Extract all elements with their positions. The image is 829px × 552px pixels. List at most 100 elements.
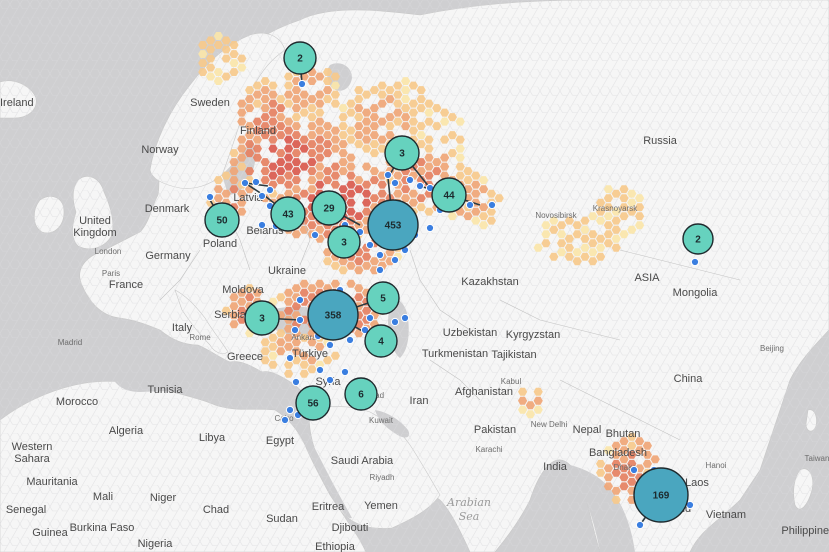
event-point[interactable] (325, 375, 335, 385)
country-label-kyrgyzstan: Kyrgyzstan (506, 329, 560, 341)
country-label-india: India (543, 461, 568, 473)
event-point[interactable] (365, 313, 375, 323)
event-point[interactable] (325, 340, 335, 350)
cluster-marker-c16[interactable]: 169 (633, 467, 689, 523)
event-point[interactable] (265, 185, 275, 195)
map-view[interactable]: Ireland Sweden Finland Norway Denmark United K… (0, 0, 829, 552)
country-label-ukraine: Ukraine (268, 265, 306, 277)
event-point[interactable] (405, 175, 415, 185)
event-point[interactable] (297, 79, 307, 89)
event-point[interactable] (295, 295, 305, 305)
cluster-count: 50 (216, 216, 228, 227)
cluster-count: 453 (385, 221, 402, 232)
event-point[interactable] (310, 230, 320, 240)
cluster-count: 4 (378, 337, 384, 348)
city-label-kabul: Kabul (501, 377, 522, 386)
event-point[interactable] (285, 405, 295, 415)
cluster-marker-c10[interactable]: 5 (366, 281, 400, 315)
country-label-afghanistan: Afghanistan (455, 386, 513, 398)
country-label-uzbekistan: Uzbekistan (443, 327, 497, 339)
event-point[interactable] (295, 315, 305, 325)
country-label-germany: Germany (145, 250, 191, 262)
event-point[interactable] (290, 325, 300, 335)
country-label-poland: Poland (203, 238, 237, 250)
event-point[interactable] (257, 191, 267, 201)
event-point[interactable] (285, 353, 295, 363)
cluster-marker-c4[interactable]: 50 (204, 202, 240, 238)
event-point[interactable] (205, 192, 215, 202)
country-label-yemen: Yemen (364, 500, 398, 512)
event-point[interactable] (375, 250, 385, 260)
cluster-marker-c8[interactable]: 3 (327, 225, 361, 259)
cluster-marker-c1[interactable]: 2 (283, 41, 317, 75)
country-label-norway: Norway (141, 144, 179, 156)
country-label-vietnam: Vietnam (706, 509, 746, 521)
cluster-marker-c15[interactable]: 56 (295, 385, 331, 421)
map-canvas[interactable]: Ireland Sweden Finland Norway Denmark United K… (0, 0, 829, 552)
cluster-marker-c2[interactable]: 3 (384, 135, 420, 171)
event-point[interactable] (375, 265, 385, 275)
event-point[interactable] (365, 240, 375, 250)
cluster-marker-c14[interactable]: 6 (344, 377, 378, 411)
country-label-saudi-arabia: Saudi Arabia (331, 455, 394, 467)
event-point[interactable] (390, 178, 400, 188)
city-label-ankara: Ankara (291, 333, 317, 342)
event-point[interactable] (390, 255, 400, 265)
city-label-paris: Paris (102, 269, 120, 278)
country-label-mongolia: Mongolia (673, 287, 719, 299)
country-label-pakistan: Pakistan (474, 424, 516, 436)
cluster-count: 3 (259, 314, 265, 325)
event-point[interactable] (690, 257, 700, 267)
country-label-united-kingdom: United Kingdom (73, 215, 116, 239)
event-point[interactable] (340, 367, 350, 377)
event-point[interactable] (291, 377, 301, 387)
event-point[interactable] (629, 465, 639, 475)
country-label-iran: Iran (410, 395, 429, 407)
event-point[interactable] (383, 170, 393, 180)
city-label-kuwait: Kuwait (369, 416, 394, 425)
country-label-nigeria: Nigeria (138, 538, 174, 550)
country-label-russia: Russia (643, 135, 678, 147)
event-point[interactable] (635, 520, 645, 530)
cluster-count: 56 (307, 399, 319, 410)
cluster-count: 169 (653, 491, 670, 502)
country-label-ethiopia: Ethiopia (315, 541, 356, 552)
event-point[interactable] (280, 415, 290, 425)
cluster-count: 5 (380, 294, 386, 305)
country-label-djibouti: Djibouti (332, 522, 369, 534)
cluster-count: 29 (323, 204, 335, 215)
city-label-new-delhi: New Delhi (531, 420, 568, 429)
event-point[interactable] (315, 365, 325, 375)
country-label-asia: ASIA (634, 272, 660, 284)
country-label-eritrea: Eritrea (312, 501, 345, 513)
city-label-novosibirsk: Novosibirsk (535, 211, 577, 220)
cluster-marker-c11[interactable]: 3 (244, 300, 280, 336)
cluster-marker-c13[interactable]: 4 (364, 324, 398, 358)
cluster-marker-c7[interactable]: 453 (367, 199, 419, 251)
event-point[interactable] (345, 335, 355, 345)
cluster-marker-c3[interactable]: 44 (431, 177, 467, 213)
event-point[interactable] (240, 178, 250, 188)
event-point[interactable] (465, 200, 475, 210)
cluster-marker-c12[interactable]: 358 (307, 289, 359, 341)
event-point[interactable] (425, 223, 435, 233)
city-label-hanoi: Hanoi (706, 461, 727, 470)
event-point[interactable] (390, 317, 400, 327)
event-point[interactable] (251, 177, 261, 187)
country-label-greece: Greece (227, 351, 263, 363)
country-label-burkina-faso: Burkina Faso (70, 522, 135, 534)
cluster-marker-c6[interactable]: 29 (311, 190, 347, 226)
country-label-turkiye: Türkiye (292, 348, 328, 360)
cluster-count: 6 (358, 390, 364, 401)
event-point[interactable] (257, 220, 267, 230)
country-label-kazakhstan: Kazakhstan (461, 276, 518, 288)
cluster-marker-c9[interactable]: 2 (682, 223, 714, 255)
cluster-marker-c5[interactable]: 43 (270, 196, 306, 232)
city-label-london: London (95, 247, 122, 256)
event-point[interactable] (487, 200, 497, 210)
country-label-tunisia: Tunisia (147, 384, 183, 396)
country-label-mali: Mali (93, 491, 113, 503)
event-point[interactable] (400, 313, 410, 323)
country-label-western-sahara: Western Sahara (12, 441, 53, 465)
event-point[interactable] (415, 181, 425, 191)
